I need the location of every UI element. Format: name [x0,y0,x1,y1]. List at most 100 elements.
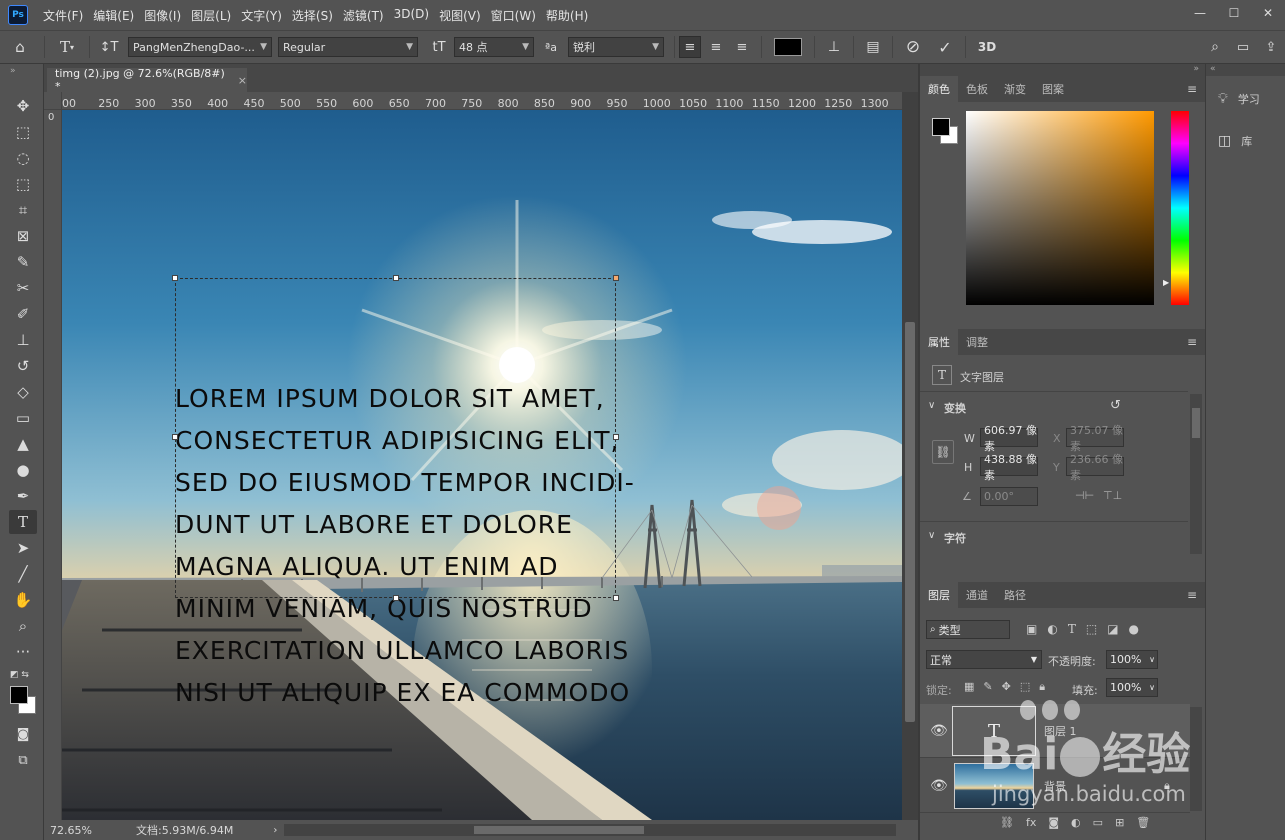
height-field[interactable]: 438.88 像素 [980,453,1038,482]
learn-button[interactable]: 💡︎ 学习 [1206,84,1285,114]
new-group-icon[interactable]: ▭ [1093,816,1103,829]
document-canvas[interactable]: LOREM IPSUM DOLOR SIT AMET, CONSECTETUR A… [62,110,902,820]
warp-text-icon[interactable]: ⊥ [819,39,849,55]
lock-artboard-icon[interactable]: ⬚ [1020,680,1030,694]
hand-tool-icon[interactable]: ✋ [9,588,37,612]
zoom-level[interactable]: 72.65% [50,824,130,837]
lock-all-icon[interactable]: 🔒︎ [1039,680,1045,694]
healing-brush-tool-icon[interactable]: ✂ [9,276,37,300]
more-tools-icon[interactable]: ··· [9,640,37,664]
layer-name[interactable]: 图层 1 [1044,723,1077,739]
text-color-swatch[interactable] [774,38,802,56]
filter-pixel-icon[interactable]: ▣ [1026,622,1037,636]
status-more-icon[interactable]: › [273,825,277,836]
history-brush-tool-icon[interactable]: ↺ [9,354,37,378]
swap-colors-icon[interactable]: ◩ ⇆ [10,670,29,680]
text-orientation-icon[interactable]: ↕T [94,40,124,55]
layer-name[interactable]: 背景 [1044,778,1066,794]
dock-collapse-icon[interactable]: « [1206,64,1285,76]
frame-tool-icon[interactable]: ⊠ [9,224,37,248]
adjustment-layer-icon[interactable]: ◐ [1071,816,1081,829]
eyedropper-tool-icon[interactable]: ✎ [9,250,37,274]
menu-item[interactable]: 图层(L) [186,7,236,24]
tab-patterns[interactable]: 图案 [1034,76,1072,102]
font-family-select[interactable]: PangMenZhengDao-... ▼ [128,37,272,57]
panel-menu-icon[interactable]: ≡ [1187,335,1197,349]
properties-scrollbar[interactable] [1190,394,1202,554]
type-tool-preset-icon[interactable]: T ▾ [49,38,85,56]
text-bounding-box[interactable] [175,278,616,598]
tab-channels[interactable]: 通道 [958,582,996,608]
tab-gradients[interactable]: 渐变 [996,76,1034,102]
reset-icon[interactable]: ↺ [1110,398,1121,413]
opacity-field[interactable]: 100% ∨ [1106,650,1158,669]
scroll-thumb[interactable] [905,322,915,722]
lock-position-icon[interactable]: ✥ [1002,680,1011,694]
antialias-select[interactable]: 锐利 ▼ [568,37,664,57]
panel-menu-icon[interactable]: ≡ [1187,588,1197,602]
transform-handle[interactable] [613,275,619,281]
object-select-tool-icon[interactable]: ⬚ [9,172,37,196]
tab-layers[interactable]: 图层 [920,582,958,608]
layer-filter-select[interactable]: ⌕ 类型 [926,620,1010,639]
font-size-select[interactable]: 48 点 ▼ [454,37,534,57]
width-field[interactable]: 606.97 像素 [980,424,1038,453]
blur-tool-icon[interactable]: ▲ [9,432,37,456]
menu-item[interactable]: 帮助(H) [541,7,593,24]
foreground-color[interactable] [10,686,28,704]
flip-vertical-icon[interactable]: ⊤⊥ [1103,489,1122,502]
character-panel-icon[interactable]: ▤ [858,39,888,55]
menu-item[interactable]: 文件(F) [38,7,88,24]
screen-mode-icon[interactable]: ⧉ [9,748,37,772]
crop-tool-icon[interactable]: ⌗ [9,198,37,222]
quick-mask-icon[interactable]: ◙ [9,722,37,746]
font-style-select[interactable]: Regular ▼ [278,37,418,57]
panel-menu-icon[interactable]: ≡ [1187,82,1197,96]
maximize-button[interactable]: ☐ [1217,0,1251,26]
menu-item[interactable]: 窗口(W) [486,7,541,24]
transform-handle[interactable] [393,595,399,601]
fill-field[interactable]: 100% ∨ [1106,678,1158,697]
filter-smart-icon[interactable]: ◪ [1107,622,1118,636]
lasso-tool-icon[interactable]: ◌ [9,146,37,170]
scroll-thumb[interactable] [474,826,644,834]
x-field[interactable]: 375.07 像素 [1066,424,1124,453]
workspace-icon[interactable]: ▭ [1229,40,1257,55]
layer-row-text[interactable]: 👁︎ T 图层 1 [920,704,1190,758]
filter-type-icon[interactable]: T [1068,622,1076,636]
blend-mode-select[interactable]: 正常 ▼ [926,650,1042,669]
brush-tool-icon[interactable]: ✐ [9,302,37,326]
transform-handle[interactable] [613,434,619,440]
home-icon[interactable]: ⌂ [0,38,40,56]
visibility-eye-icon[interactable]: 👁︎ [930,723,948,739]
lock-transparent-icon[interactable]: ▦ [964,680,974,694]
hue-slider-handle[interactable]: ▶ [1163,278,1169,287]
add-mask-icon[interactable]: ◙ [1048,816,1059,829]
filter-toggle-icon[interactable]: ● [1129,622,1139,636]
3d-button[interactable]: 3D [970,40,1004,54]
link-layers-icon[interactable]: ⛓ [1000,816,1014,829]
zoom-tool-icon[interactable]: ⌕ [9,614,37,638]
menu-item[interactable]: 视图(V) [434,7,486,24]
cancel-button[interactable]: ⊘ [897,37,929,57]
dodge-tool-icon[interactable]: ● [9,458,37,482]
align-left-button[interactable]: ≡ [679,36,701,58]
collapse-icon[interactable]: » [10,66,16,76]
close-window-button[interactable]: ✕ [1251,0,1285,26]
menu-item[interactable]: 编辑(E) [88,7,139,24]
flip-horizontal-icon[interactable]: ⊣⊢ [1075,489,1094,502]
angle-field[interactable]: 0.00° [980,487,1038,506]
layers-scrollbar[interactable] [1190,707,1202,811]
color-fg-swatch[interactable] [932,118,950,136]
hue-slider[interactable] [1171,111,1189,305]
type-tool-icon[interactable]: T [9,510,37,534]
menu-item[interactable]: 滤镜(T) [338,7,389,24]
horizontal-scrollbar[interactable] [284,824,896,836]
eraser-tool-icon[interactable]: ◇ [9,380,37,404]
align-center-button[interactable]: ≡ [705,36,727,58]
share-icon[interactable]: ⇪ [1257,40,1285,55]
tab-paths[interactable]: 路径 [996,582,1034,608]
menu-item[interactable]: 3D(D) [389,7,434,24]
y-field[interactable]: 236.66 像素 [1066,453,1124,482]
transform-handle[interactable] [613,595,619,601]
